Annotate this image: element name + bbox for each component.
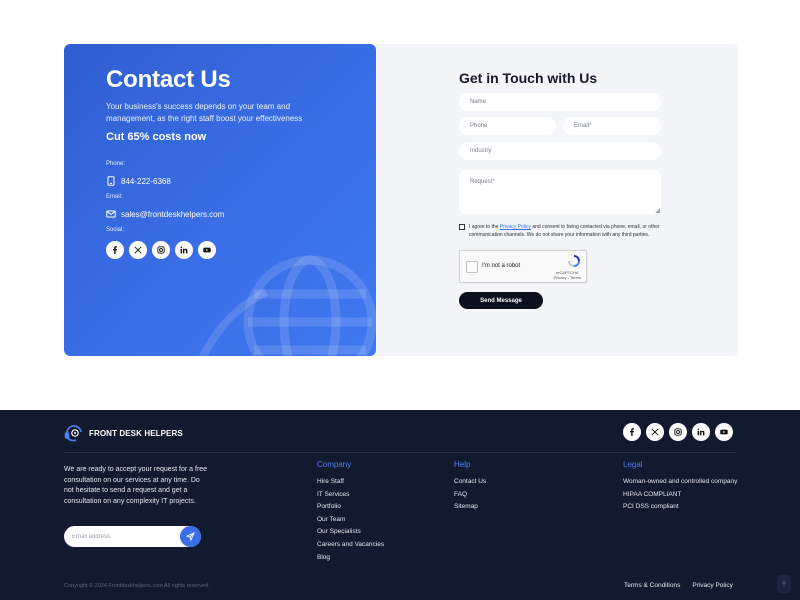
email-field[interactable]: Email* [563, 117, 661, 135]
footer-divider [64, 452, 736, 453]
linkedin-icon [180, 246, 188, 254]
consent-row: I agree to the Privacy Policy and consen… [459, 223, 669, 239]
instagram-link[interactable] [152, 241, 170, 259]
cost-cut-headline: Cut 65% costs now [106, 131, 207, 143]
privacy-policy-footer-link[interactable]: Privacy Policy [692, 582, 732, 589]
email-label: Email: [106, 194, 123, 200]
footer-about-text: We are ready to accept your request for … [64, 466, 208, 505]
recaptcha-brand: reCAPTCHA Privacy - Terms [554, 270, 581, 280]
textarea-resize-handle[interactable] [655, 208, 660, 213]
arrow-up-icon [781, 581, 787, 587]
request-textarea[interactable]: Request* [459, 170, 661, 214]
scroll-to-top-button[interactable] [777, 575, 791, 593]
instagram-icon [157, 246, 165, 254]
phone-icon [107, 176, 115, 186]
email-row[interactable]: sales@frontdeskhelpers.com [106, 209, 224, 219]
footer-link[interactable]: Hire Staff [317, 477, 384, 490]
phone-row[interactable]: 844-222-6368 [106, 176, 171, 186]
brand-logo[interactable]: FRONT DESK HELPERS [64, 424, 183, 442]
footer-link[interactable]: Our Specialists [317, 527, 384, 540]
footer-column-company: Company Hire Staff IT Services Portfolio… [317, 460, 384, 565]
footer-link[interactable]: PCI DSS compliant [623, 502, 737, 515]
brand-name: FRONT DESK HELPERS [89, 428, 183, 438]
newsletter-form [64, 526, 201, 547]
footer: FRONT DESK HELPERS We are ready to accep… [0, 410, 800, 600]
x-icon [134, 246, 142, 254]
footer-link[interactable]: Careers and Vacancies [317, 540, 384, 553]
mail-icon [106, 210, 116, 218]
footer-x-link[interactable] [646, 423, 664, 441]
newsletter-submit-button[interactable] [180, 526, 201, 547]
footer-linkedin-link[interactable] [692, 423, 710, 441]
email-address[interactable]: sales@frontdeskhelpers.com [121, 210, 224, 219]
youtube-link[interactable] [198, 241, 216, 259]
consent-text: I agree to the Privacy Policy and consen… [469, 223, 669, 239]
youtube-icon [720, 429, 728, 435]
facebook-icon [113, 246, 117, 254]
industry-field[interactable]: Industry [459, 142, 661, 160]
copyright-text: Copyright © 2024 Frontdeskhelpers.com Al… [64, 583, 210, 589]
consent-text-start: I agree to the [469, 224, 500, 230]
footer-link[interactable]: HIPAA COMPLIANT [623, 490, 737, 503]
recaptcha-checkbox[interactable] [466, 261, 478, 273]
footer-facebook-link[interactable] [623, 423, 641, 441]
facebook-link[interactable] [106, 241, 124, 259]
footer-social-links [623, 423, 733, 441]
name-field[interactable]: Name [459, 93, 661, 111]
footer-link[interactable]: FAQ [454, 490, 486, 503]
recaptcha-label: I'm not a robot [482, 263, 521, 269]
social-label: Social: [106, 227, 125, 233]
consent-checkbox[interactable] [459, 224, 465, 230]
footer-link[interactable]: Sitemap [454, 502, 486, 515]
form-title: Get in Touch with Us [459, 70, 598, 86]
footer-link[interactable]: IT Services [317, 490, 384, 503]
column-title: Company [317, 460, 352, 469]
footer-column-help: Help Contact Us FAQ Sitemap [454, 460, 486, 515]
contact-social-links [106, 241, 216, 259]
newsletter-email-input[interactable] [64, 526, 179, 547]
recaptcha-widget: I'm not a robot reCAPTCHA Privacy - Term… [459, 250, 587, 283]
send-icon [186, 532, 195, 541]
instagram-icon [674, 428, 682, 436]
column-title: Legal [623, 460, 643, 469]
youtube-icon [203, 247, 211, 253]
send-message-button[interactable]: Send Message [459, 292, 543, 309]
column-title: Help [454, 460, 471, 469]
x-icon [651, 428, 659, 436]
recaptcha-logo-icon [568, 255, 580, 267]
phone-field[interactable]: Phone [459, 117, 556, 135]
request-placeholder: Request* [470, 179, 495, 185]
privacy-policy-link[interactable]: Privacy Policy [500, 224, 531, 230]
linkedin-icon [697, 428, 705, 436]
headset-icon [64, 425, 82, 442]
page: Contact Us Your business's success depen… [0, 0, 800, 600]
footer-link[interactable]: Our Team [317, 515, 384, 528]
contact-section: Contact Us Your business's success depen… [64, 44, 738, 356]
footer-link[interactable]: Woman-owned and controlled company [623, 477, 737, 490]
footer-instagram-link[interactable] [669, 423, 687, 441]
footer-youtube-link[interactable] [715, 423, 733, 441]
footer-link[interactable]: Contact Us [454, 477, 486, 490]
contact-title: Contact Us [106, 66, 231, 93]
phone-label: Phone: [106, 161, 126, 167]
phone-number[interactable]: 844-222-6368 [121, 177, 171, 186]
facebook-icon [630, 428, 634, 436]
bottom-legal-links: Terms & Conditions Privacy Policy [624, 582, 733, 589]
x-link[interactable] [129, 241, 147, 259]
linkedin-link[interactable] [175, 241, 193, 259]
contact-form: Get in Touch with Us Name Phone Email* I… [459, 44, 669, 356]
footer-link[interactable]: Blog [317, 553, 384, 566]
contact-info-panel: Contact Us Your business's success depen… [64, 44, 376, 356]
footer-column-legal: Legal Woman-owned and controlled company… [623, 460, 737, 515]
footer-link[interactable]: Portfolio [317, 502, 384, 515]
terms-link[interactable]: Terms & Conditions [624, 582, 680, 589]
recaptcha-terms[interactable]: Privacy - Terms [554, 275, 581, 280]
contact-description: Your business's success depends on your … [106, 102, 303, 123]
